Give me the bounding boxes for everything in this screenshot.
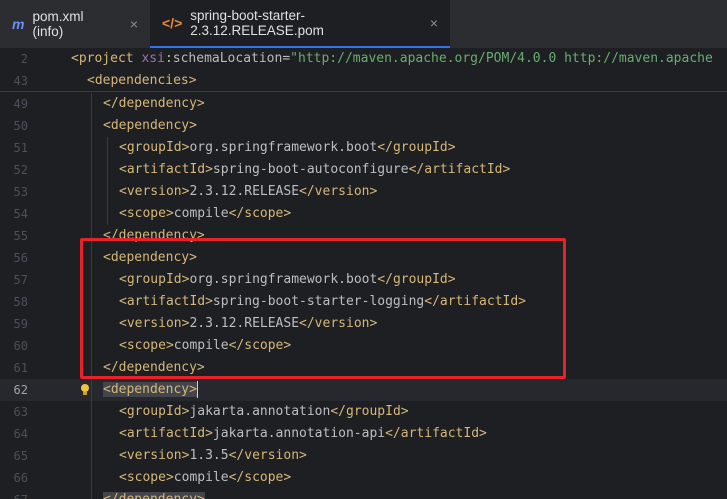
code-token-tag: <version> [119, 184, 190, 199]
code-text: <project xsi:schemaLocation="http://mave… [71, 48, 713, 70]
code-line[interactable]: 50 <dependency> [0, 115, 727, 137]
line-number[interactable]: 43 [0, 70, 28, 92]
editor-tab-bar: m pom.xml (info) × </> spring-boot-start… [0, 0, 727, 49]
code-text: <groupId>jakarta.annotation</groupId> [119, 401, 409, 423]
code-token-tag: </scope> [228, 206, 292, 221]
code-token-tag: <dependencies> [87, 73, 197, 88]
code-token-attr: :schemaLocation= [164, 51, 291, 66]
lightbulb-icon[interactable] [80, 383, 90, 397]
code-token-tag: <groupId> [119, 140, 190, 155]
code-token-txt: compile [173, 470, 229, 485]
text-caret [196, 381, 198, 398]
tab-pom-xml-info[interactable]: m pom.xml (info) × [0, 0, 150, 48]
line-number[interactable]: 56 [0, 247, 28, 269]
tab-label: spring-boot-starter-2.3.12.RELEASE.pom [190, 8, 324, 38]
code-text: <artifactId>jakarta.annotation-api</arti… [119, 423, 487, 445]
indent-guide [107, 137, 108, 225]
code-token-txt: spring-boot-autoconfigure [212, 162, 409, 177]
code-text: </dependency> [103, 489, 205, 499]
code-line[interactable]: 63 <groupId>jakarta.annotation</groupId> [0, 401, 727, 423]
line-number[interactable]: 64 [0, 423, 28, 445]
line-number[interactable]: 65 [0, 445, 28, 467]
tab-spring-boot-starter-pom[interactable]: </> spring-boot-starter-2.3.12.RELEASE.p… [150, 0, 450, 48]
code-line[interactable]: 65 <version>1.3.5</version> [0, 445, 727, 467]
line-number[interactable]: 52 [0, 159, 28, 181]
tab-label: pom.xml (info) [32, 9, 84, 39]
sticky-header-divider [0, 91, 727, 92]
code-token-tag: <artifactId> [119, 162, 213, 177]
code-token-tag: </scope> [228, 470, 292, 485]
code-token-tag: </artifactId> [408, 162, 511, 177]
line-number[interactable]: 59 [0, 313, 28, 335]
code-token-txt: org.springframework.boot [189, 140, 378, 155]
code-line[interactable]: 53 <version>2.3.12.RELEASE</version> [0, 181, 727, 203]
annotation-highlight-box [80, 238, 566, 379]
line-number[interactable]: 54 [0, 203, 28, 225]
code-token-tag: </dependency> [103, 492, 205, 499]
code-text: <groupId>org.springframework.boot</group… [119, 137, 456, 159]
line-number[interactable]: 66 [0, 467, 28, 489]
code-token-txt: jakarta.annotation [189, 404, 331, 419]
code-text: <dependencies> [87, 70, 197, 92]
code-token-tag: </version> [299, 184, 378, 199]
line-number[interactable]: 60 [0, 335, 28, 357]
code-token-tag: </artifactId> [385, 426, 487, 441]
code-token-tag: <project [71, 51, 142, 66]
line-number[interactable]: 67 [0, 489, 28, 499]
code-token-tag: </dependency> [103, 96, 205, 111]
code-text: </dependency> [103, 93, 205, 115]
code-token-str: "http://maven.apache.org/POM/4.0.0 http:… [290, 51, 713, 66]
code-line[interactable]: 54 <scope>compile</scope> [0, 203, 727, 225]
code-token-tag: </version> [228, 448, 307, 463]
code-token-tag: <dependency> [103, 118, 197, 133]
code-token-ns: xsi [141, 51, 165, 66]
code-text: <version>1.3.5</version> [119, 445, 307, 467]
code-token-txt: jakarta.annotation-api [212, 426, 386, 441]
xml-file-icon: </> [162, 15, 183, 31]
line-number[interactable]: 61 [0, 357, 28, 379]
code-text: <scope>compile</scope> [119, 203, 291, 225]
line-number[interactable]: 58 [0, 291, 28, 313]
close-icon[interactable]: × [130, 16, 138, 32]
line-number[interactable]: 51 [0, 137, 28, 159]
close-icon[interactable]: × [430, 15, 438, 31]
code-line[interactable]: 67 </dependency> [0, 489, 727, 499]
code-token-tag: <groupId> [119, 404, 190, 419]
code-line[interactable]: 62 <dependency> [0, 379, 727, 401]
code-token-tag: <artifactId> [119, 426, 213, 441]
code-token-tag: </groupId> [330, 404, 409, 419]
line-number[interactable]: 53 [0, 181, 28, 203]
code-text: <dependency> [103, 379, 198, 401]
line-number[interactable]: 55 [0, 225, 28, 247]
line-number[interactable]: 62 [0, 379, 28, 401]
line-number[interactable]: 50 [0, 115, 28, 137]
code-token-tag: <scope> [119, 470, 174, 485]
code-token-txt: compile [173, 206, 229, 221]
code-line[interactable]: 43 <dependencies> [0, 70, 727, 92]
code-line[interactable]: 66 <scope>compile</scope> [0, 467, 727, 489]
maven-icon: m [12, 16, 25, 32]
code-text: <scope>compile</scope> [119, 467, 291, 489]
code-token-tag: <version> [119, 448, 190, 463]
code-line[interactable]: 2 <project xsi:schemaLocation="http://mav… [0, 48, 727, 70]
code-line[interactable]: 49 </dependency> [0, 93, 727, 115]
code-text: <dependency> [103, 115, 197, 137]
code-line[interactable]: 51 <groupId>org.springframework.boot</gro… [0, 137, 727, 159]
line-number[interactable]: 2 [0, 48, 28, 70]
code-line[interactable]: 64 <artifactId>jakarta.annotation-api</ar… [0, 423, 727, 445]
code-text: <version>2.3.12.RELEASE</version> [119, 181, 377, 203]
code-text: <artifactId>spring-boot-autoconfigure</a… [119, 159, 510, 181]
code-token-txt: 2.3.12.RELEASE [189, 184, 300, 199]
code-token-tag: <scope> [119, 206, 174, 221]
line-number[interactable]: 49 [0, 93, 28, 115]
line-number[interactable]: 63 [0, 401, 28, 423]
code-token-txt: 1.3.5 [189, 448, 229, 463]
code-token-tag: </groupId> [377, 140, 456, 155]
line-number[interactable]: 57 [0, 269, 28, 291]
code-line[interactable]: 52 <artifactId>spring-boot-autoconfigure<… [0, 159, 727, 181]
code-token-tag: <dependency> [103, 382, 197, 397]
